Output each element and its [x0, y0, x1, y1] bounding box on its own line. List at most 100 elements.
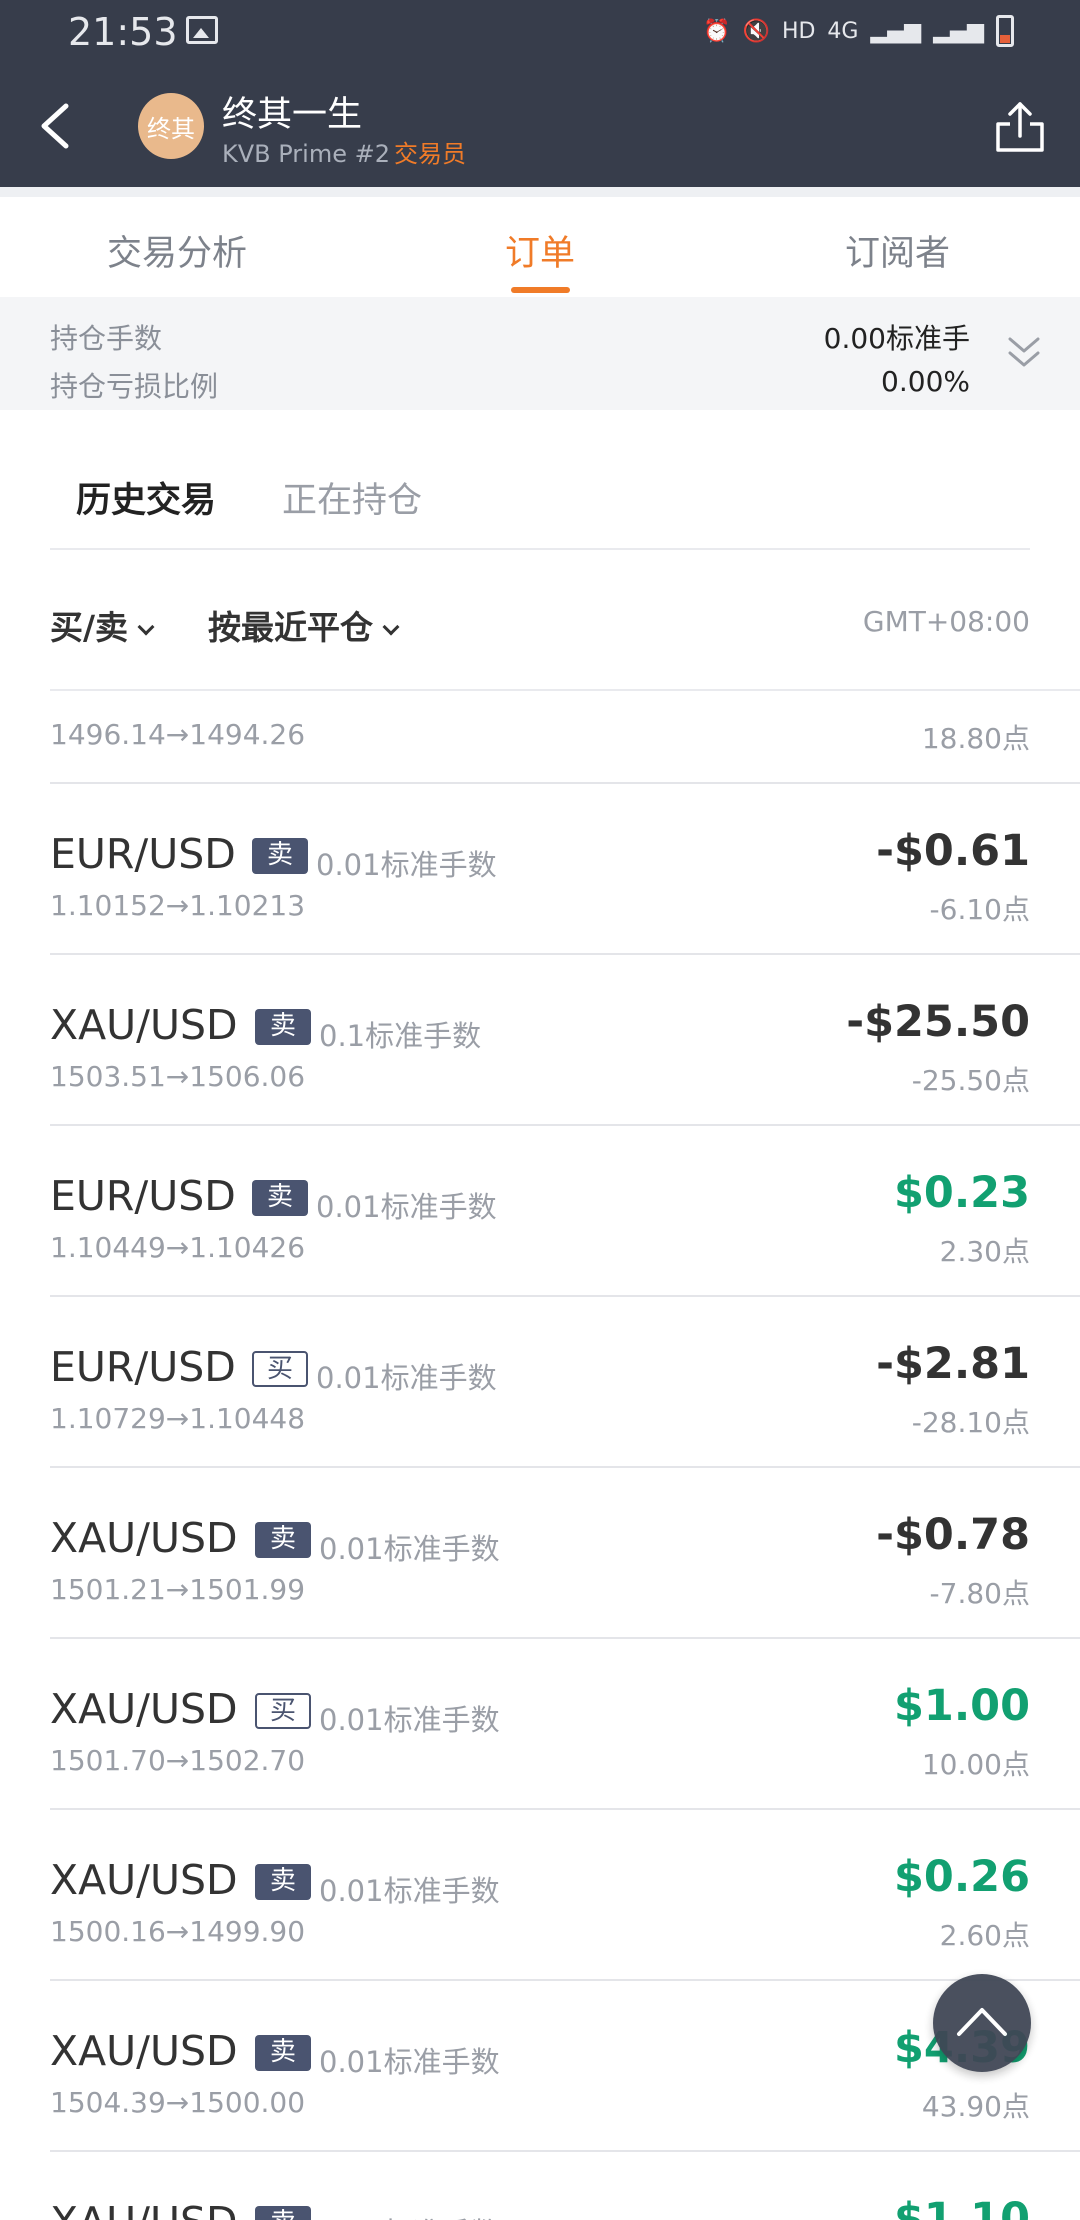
trade-symbol: XAU/USD [50, 1514, 238, 1562]
timezone-label: GMT+08:00 [862, 605, 1030, 638]
trade-pnl: -$2.81 [876, 1339, 1030, 1389]
trade-prices: 1503.51→1506.06 [50, 1060, 306, 1093]
trader-name: 终其一生 [222, 95, 363, 135]
active-tab-indicator [511, 287, 570, 293]
subtab-open-positions[interactable]: 正在持仓 [282, 472, 422, 523]
app-header: 终其 终其一生 KVB Prime #2 交易员 [0, 64, 1080, 187]
trade-row[interactable]: XAU/USD 卖 0.01标准手数 1500.16→1499.90 $0.26… [0, 1810, 1080, 1981]
trade-lots: 0.01标准手数 [316, 1361, 497, 1395]
trade-lots: 0.01标准手数 [319, 1532, 500, 1566]
mute-icon: 🔇 [742, 18, 770, 44]
trade-points: -25.50点 [911, 1064, 1030, 1097]
trade-pnl: $1.00 [893, 1681, 1030, 1731]
trade-row[interactable]: XAU/USD 卖 0.1标准手数 1503.51→1506.06 -$25.5… [0, 955, 1080, 1126]
trade-row[interactable]: XAU/USD 卖 0.01标准手数 $1.10 [0, 2152, 1080, 2220]
position-lots-label: 持仓手数 [50, 322, 163, 355]
side-badge: 买 [255, 1693, 311, 1729]
trade-symbol: EUR/USD [50, 830, 236, 878]
side-filter-label: 买/卖 [50, 608, 129, 647]
trade-lots: 0.01标准手数 [319, 2210, 500, 2220]
account-label: KVB Prime #2 [222, 140, 390, 168]
trade-row[interactable]: EUR/USD 卖 0.01标准手数 1.10152→1.10213 -$0.6… [0, 784, 1080, 955]
trade-pnl: -$0.61 [876, 826, 1030, 876]
trade-row[interactable]: XAU/USD 卖 0.01标准手数 1501.21→1501.99 -$0.7… [0, 1468, 1080, 1639]
pnl-ratio-value: 0.00% [881, 365, 970, 398]
trade-row[interactable]: XAU/USD 卖 0.01标准手数 1504.39→1500.00 $4.39… [0, 1981, 1080, 2152]
trade-symbol: XAU/USD [50, 1001, 238, 1049]
trade-prices: 1496.14→1494.26 [50, 718, 306, 751]
trade-row[interactable]: EUR/USD 卖 0.01标准手数 1.10449→1.10426 $0.23… [0, 1126, 1080, 1297]
trade-symbol: XAU/USD [50, 2027, 238, 2075]
back-button[interactable] [28, 94, 88, 158]
trade-points: 2.30点 [939, 1235, 1030, 1268]
trade-lots: 0.01标准手数 [316, 848, 497, 882]
side-badge: 卖 [255, 1009, 311, 1045]
trade-row[interactable]: EUR/USD 买 0.01标准手数 1.10729→1.10448 -$2.8… [0, 1297, 1080, 1468]
trade-pnl: $1.10 [893, 2194, 1030, 2220]
side-filter-dropdown[interactable]: 买/卖 [50, 601, 155, 649]
trade-points: 18.80点 [921, 722, 1030, 755]
top-bar: 21:53 ⏰ 🔇 HD 4G ▂▄▆ ▂▄▆ 终其 终其一生 KVB Prim… [0, 0, 1080, 187]
trade-list: 1496.14→1494.26 18.80点 EUR/USD 卖 0.01标准手… [0, 691, 1080, 2220]
trade-prices: 1501.70→1502.70 [50, 1744, 306, 1777]
trader-account: KVB Prime #2 交易员 [222, 134, 466, 169]
share-button[interactable] [994, 100, 1046, 154]
trade-symbol: XAU/USD [50, 1856, 238, 1904]
trade-points: 2.60点 [939, 1919, 1030, 1952]
divider [50, 548, 1030, 550]
position-summary: 持仓手数 0.00标准手 持仓亏损比例 0.00% [0, 297, 1080, 410]
trade-points: -6.10点 [929, 893, 1030, 926]
trade-prices: 1.10729→1.10448 [50, 1402, 306, 1435]
network-indicator: 4G [827, 18, 859, 44]
filter-bar: 买/卖 按最近平仓 GMT+08:00 [0, 551, 1080, 691]
sort-filter-label: 按最近平仓 [208, 608, 373, 647]
share-icon [996, 102, 1044, 152]
trade-symbol: XAU/USD [50, 1685, 238, 1733]
avatar[interactable]: 终其 [138, 93, 204, 159]
trade-pnl: $0.26 [893, 1852, 1030, 1902]
trade-symbol: EUR/USD [50, 1172, 236, 1220]
trade-lots: 0.01标准手数 [319, 1874, 500, 1908]
trade-symbol: EUR/USD [50, 1343, 236, 1391]
chevron-down-icon [382, 618, 400, 636]
back-arrow-icon [41, 103, 69, 149]
subtab-history[interactable]: 历史交易 [76, 472, 216, 523]
side-badge: 卖 [252, 1180, 308, 1216]
trade-prices: 1.10152→1.10213 [50, 889, 306, 922]
status-bar: 21:53 ⏰ 🔇 HD 4G ▂▄▆ ▂▄▆ [0, 0, 1080, 64]
trade-lots: 0.01标准手数 [316, 1190, 497, 1224]
side-badge: 卖 [255, 1522, 311, 1558]
trade-prices: 1500.16→1499.90 [50, 1915, 306, 1948]
trade-points: 10.00点 [921, 1748, 1030, 1781]
trade-lots: 0.01标准手数 [319, 1703, 500, 1737]
main-tabs: 交易分析 订单 订阅者 [0, 187, 1080, 297]
sort-filter-dropdown[interactable]: 按最近平仓 [208, 601, 400, 649]
tab-orders[interactable]: 订单 [505, 225, 575, 276]
side-badge: 卖 [255, 1864, 311, 1900]
role-label: 交易员 [394, 140, 466, 168]
hd-indicator: HD [781, 18, 816, 44]
side-badge: 卖 [252, 838, 308, 874]
tab-analysis[interactable]: 交易分析 [107, 225, 247, 276]
status-time: 21:53 [68, 10, 178, 54]
trade-points: -28.10点 [911, 1406, 1030, 1439]
trade-lots: 0.01标准手数 [319, 2045, 500, 2079]
trade-lots: 0.1标准手数 [319, 1019, 482, 1053]
status-icons: ⏰ 🔇 HD 4G ▂▄▆ ▂▄▆ [703, 14, 1014, 48]
side-badge: 卖 [255, 2035, 311, 2071]
trade-pnl: $0.23 [893, 1168, 1030, 1218]
trade-pnl: -$0.78 [876, 1510, 1030, 1560]
trade-prices: 1.10449→1.10426 [50, 1231, 306, 1264]
position-lots-value: 0.00标准手 [823, 322, 970, 355]
trade-points: 43.90点 [921, 2090, 1030, 2123]
trade-symbol: XAU/USD [50, 2198, 238, 2220]
scroll-to-top-button[interactable] [933, 1974, 1031, 2072]
expand-chevron-icon[interactable] [1006, 333, 1042, 373]
trade-row[interactable]: XAU/USD 买 0.01标准手数 1501.70→1502.70 $1.00… [0, 1639, 1080, 1810]
trade-points: -7.80点 [929, 1577, 1030, 1610]
tab-subscribers[interactable]: 订阅者 [845, 225, 950, 276]
side-badge: 买 [252, 1351, 308, 1387]
trade-row[interactable]: 1496.14→1494.26 18.80点 [0, 691, 1080, 784]
signal-icon: ▂▄▆ [870, 18, 922, 44]
battery-icon [996, 15, 1014, 47]
